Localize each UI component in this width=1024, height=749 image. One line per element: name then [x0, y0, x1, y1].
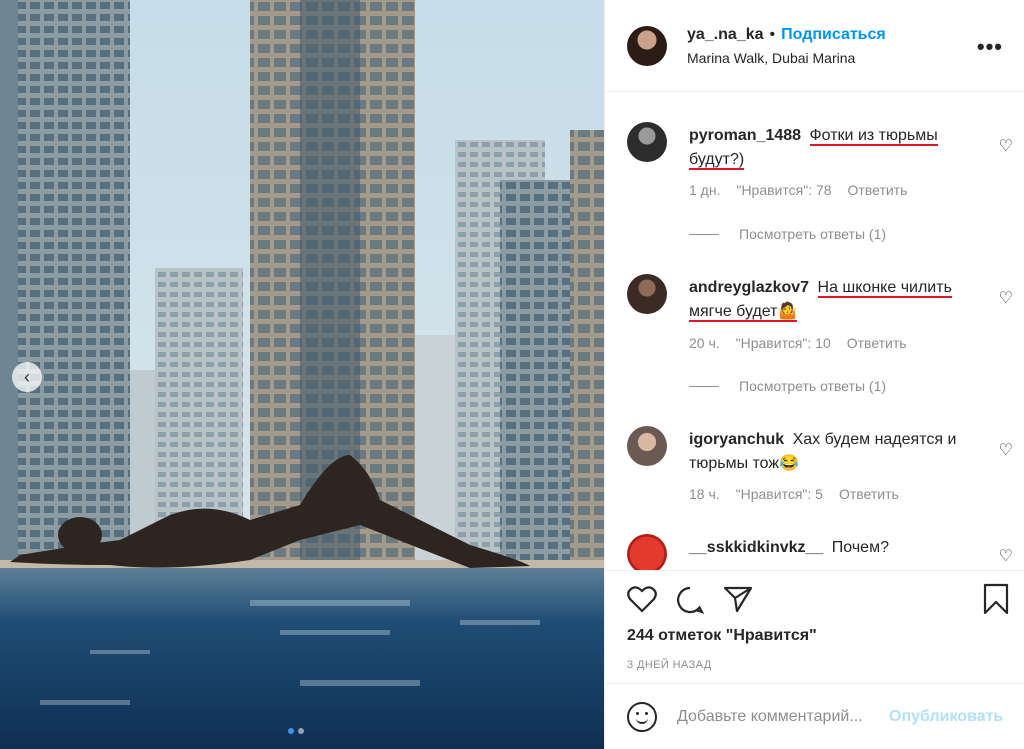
post-photo: ‹	[0, 0, 604, 749]
post-time-ago: 3 ДНЕЙ НАЗАД	[627, 659, 712, 671]
comment-body: andreyglazkov7 На шконке чилить мягче бу…	[689, 276, 969, 324]
carousel-dots	[288, 728, 304, 734]
post-header: ya_.na_ka • Подписаться Marina Walk, Dub…	[605, 0, 1024, 92]
author-info: ya_.na_ka • Подписаться Marina Walk, Dub…	[687, 26, 886, 66]
view-replies-button[interactable]: Посмотреть ответы (1)	[689, 226, 886, 242]
comment-likes[interactable]: "Нравится": 78	[736, 182, 831, 198]
divider-line	[689, 385, 719, 387]
previous-photo-arrow-icon[interactable]: ‹	[12, 362, 42, 392]
heart-icon[interactable]: ♡	[999, 440, 1013, 460]
comment-avatar[interactable]	[627, 534, 667, 570]
carousel-dot-active	[288, 728, 294, 734]
more-options-icon[interactable]: •••	[977, 34, 1003, 60]
comment-body: pyroman_1488 Фотки из тюрьмы будут?)	[689, 124, 969, 172]
heart-icon[interactable]: ♡	[999, 136, 1013, 156]
author-line: ya_.na_ka • Подписаться	[687, 26, 886, 44]
action-icons	[627, 585, 753, 620]
comment-bubble-icon[interactable]	[675, 585, 705, 620]
comment-body: __sskkidkinvkz__ Почем?	[689, 536, 969, 560]
reply-button[interactable]: Ответить	[848, 182, 908, 198]
comment-username[interactable]: pyroman_1488	[689, 127, 801, 144]
comment-time[interactable]: 20 ч.	[689, 335, 720, 351]
divider-line	[689, 233, 719, 235]
add-comment-bar: Опубликовать	[605, 683, 1024, 749]
publish-button[interactable]: Опубликовать	[889, 708, 1003, 726]
comment-username[interactable]: andreyglazkov7	[689, 279, 809, 296]
comments-list: pyroman_1488 Фотки из тюрьмы будут?) 1 д…	[605, 92, 1024, 570]
likes-count[interactable]: 244 отметок "Нравится"	[627, 627, 817, 645]
author-avatar[interactable]	[627, 25, 667, 66]
comment-meta: 18 ч. "Нравится": 5 Ответить	[689, 486, 899, 502]
comment-time[interactable]: 1 дн.	[689, 182, 720, 198]
comment-text: Почем?	[831, 539, 889, 556]
comment-likes[interactable]: "Нравится": 5	[736, 486, 823, 502]
dubai-marina-pool-image	[0, 0, 604, 749]
heart-icon[interactable]: ♡	[999, 546, 1013, 566]
comment-time[interactable]: 18 ч.	[689, 486, 720, 502]
follow-button[interactable]: Подписаться	[781, 26, 886, 44]
author-username[interactable]: ya_.na_ka	[687, 26, 764, 44]
reply-button[interactable]: Ответить	[847, 335, 907, 351]
view-replies-button[interactable]: Посмотреть ответы (1)	[689, 378, 886, 394]
comment-username[interactable]: __sskkidkinvkz__	[689, 539, 823, 556]
comment-meta: 20 ч. "Нравится": 10 Ответить	[689, 335, 907, 351]
bookmark-save-icon[interactable]	[983, 583, 1009, 620]
comment-username[interactable]: igoryanchuk	[689, 431, 784, 448]
carousel-dot	[298, 728, 304, 734]
comment-input[interactable]	[677, 707, 887, 726]
post-location[interactable]: Marina Walk, Dubai Marina	[687, 50, 886, 66]
emoji-smiley-icon[interactable]	[627, 701, 657, 732]
reply-button[interactable]: Ответить	[839, 486, 899, 502]
post-actions: 244 отметок "Нравится" 3 ДНЕЙ НАЗАД	[605, 570, 1024, 683]
heart-icon[interactable]: ♡	[999, 288, 1013, 308]
like-heart-icon[interactable]	[627, 585, 657, 620]
comment-avatar[interactable]	[627, 426, 667, 466]
comment-body: igoryanchuk Хах будем надеятся и тюрьмы …	[689, 428, 969, 476]
comment-likes[interactable]: "Нравится": 10	[736, 335, 831, 351]
separator-dot: •	[769, 25, 776, 43]
comment-avatar[interactable]	[627, 274, 667, 314]
share-paper-plane-icon[interactable]	[723, 585, 753, 620]
comment-meta: 1 дн. "Нравится": 78 Ответить	[689, 182, 907, 198]
comment-avatar[interactable]	[627, 122, 667, 162]
view-replies-label: Посмотреть ответы (1)	[739, 226, 887, 242]
post-side-panel: ya_.na_ka • Подписаться Marina Walk, Dub…	[604, 0, 1024, 749]
view-replies-label: Посмотреть ответы (1)	[739, 378, 887, 394]
